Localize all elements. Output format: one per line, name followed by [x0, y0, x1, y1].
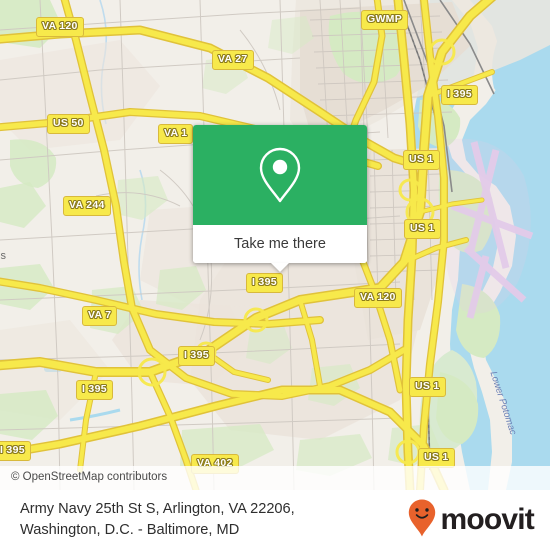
moovit-map-screenshot: VA 120 VA 27 GWMP I 395 US 50 VA 1 US 1 … — [0, 0, 550, 550]
road-shield[interactable]: US 1 — [403, 150, 440, 170]
road-shield[interactable]: I 395 — [178, 346, 215, 366]
road-shield[interactable]: US 1 — [409, 377, 446, 397]
road-shield[interactable]: I 395 — [76, 380, 113, 400]
take-me-there-label: Take me there — [234, 235, 326, 252]
moovit-wordmark: moovit — [440, 503, 534, 536]
moovit-pin-icon — [407, 498, 437, 543]
road-shield[interactable]: I 395 — [246, 273, 283, 293]
road-shield[interactable]: I 395 — [0, 441, 31, 461]
location-caption: Army Navy 25th St S, Arlington, VA 22206… — [20, 499, 295, 541]
road-shield[interactable]: VA 120 — [36, 17, 84, 37]
popup-action-row[interactable]: Take me there — [193, 225, 367, 272]
road-shield[interactable]: VA 7 — [82, 306, 118, 326]
road-shield[interactable]: I 395 — [441, 85, 478, 105]
bottom-info-bar: Army Navy 25th St S, Arlington, VA 22206… — [0, 490, 550, 550]
map-attribution-bar: © OpenStreetMap contributors — [0, 466, 550, 490]
caption-line-2: Washington, D.C. - Baltimore, MD — [20, 522, 240, 538]
road-shield[interactable]: GWMP — [361, 10, 409, 30]
map-canvas[interactable]: VA 120 VA 27 GWMP I 395 US 50 VA 1 US 1 … — [0, 0, 550, 490]
caption-line-1: Army Navy 25th St S, Arlington, VA 22206… — [20, 500, 295, 517]
popup-pointer-tail — [271, 263, 289, 272]
road-shield[interactable]: VA 1 — [158, 124, 194, 144]
moovit-logo[interactable]: moovit — [407, 498, 535, 543]
place-label: ls — [0, 250, 6, 262]
location-popup-card[interactable]: Take me there — [193, 125, 367, 272]
attribution-text[interactable]: © OpenStreetMap contributors — [11, 472, 167, 484]
popup-header — [193, 125, 367, 225]
road-shield[interactable]: VA 120 — [354, 288, 402, 308]
road-shield[interactable]: VA 27 — [212, 50, 254, 70]
road-shield[interactable]: US 50 — [47, 114, 90, 134]
road-shield[interactable]: US 1 — [404, 219, 441, 239]
map-pin-icon — [257, 146, 303, 204]
road-shield[interactable]: VA 244 — [63, 196, 111, 216]
road-shield[interactable]: US 1 — [418, 448, 455, 468]
